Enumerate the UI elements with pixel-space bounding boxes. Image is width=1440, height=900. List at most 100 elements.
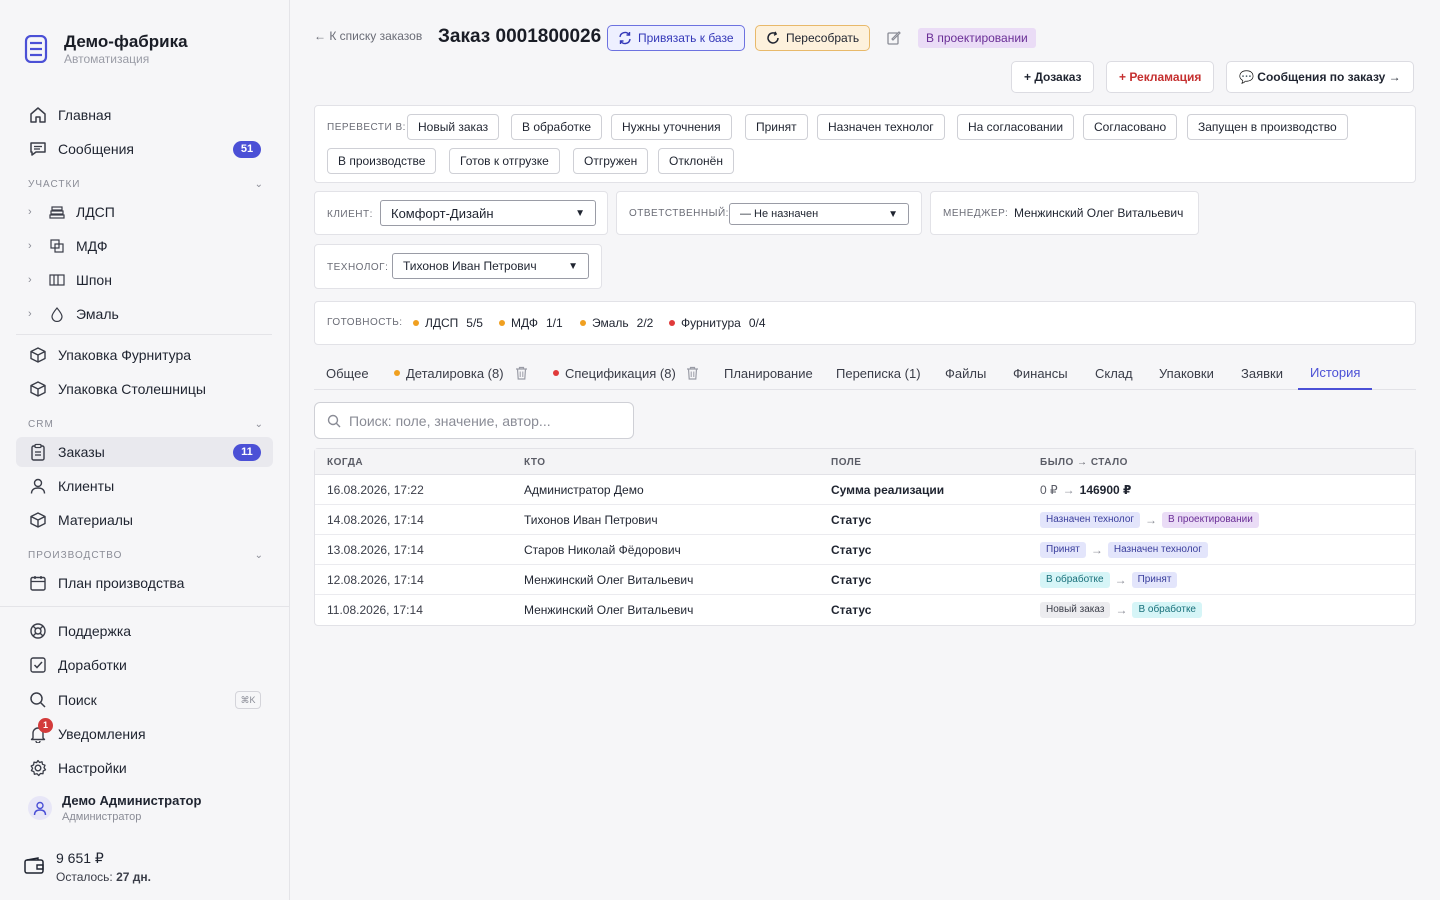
tab-files[interactable]: Файлы — [945, 356, 986, 390]
nav-area-enamel[interactable]: › Эмаль — [16, 299, 273, 329]
cell-change: Принят → Назначен технолог — [1040, 542, 1208, 558]
nav-messages-label: Сообщения — [58, 141, 134, 157]
chevron-right-icon: › — [28, 206, 32, 218]
status-option-button[interactable]: Запущен в производство — [1187, 114, 1348, 140]
status-option-button[interactable]: На согласовании — [957, 114, 1075, 140]
back-to-orders-link[interactable]: ← К списку заказов — [314, 29, 422, 43]
status-option-button[interactable]: Готов к отгрузке — [449, 148, 560, 174]
status-option-button[interactable]: В обработке — [511, 114, 603, 140]
status-option-button[interactable]: Принят — [745, 114, 808, 140]
orders-count-badge: 11 — [233, 444, 261, 461]
tab-specification[interactable]: Спецификация (8) — [553, 356, 676, 390]
clipboard-icon — [28, 442, 48, 462]
tab-packages[interactable]: Упаковки — [1159, 356, 1214, 390]
tab-finance[interactable]: Финансы — [1013, 356, 1068, 390]
technologist-select[interactable]: Тихонов Иван Петрович ▼ — [392, 253, 589, 279]
client-field: Клиент: Комфорт-Дизайн ▼ — [314, 191, 608, 235]
wallet[interactable]: 9 651 ₽ Осталось: 27 дн. — [24, 850, 151, 884]
status-option-button[interactable]: Нужны уточнения — [611, 114, 732, 140]
section-production[interactable]: Производство ⌄ — [28, 550, 264, 561]
nav-messages[interactable]: Сообщения 51 — [16, 134, 273, 164]
client-select[interactable]: Комфорт-Дизайн ▼ — [380, 200, 596, 226]
tab-detailing[interactable]: Деталировка (8) — [394, 356, 504, 390]
trash-icon[interactable] — [515, 366, 528, 380]
status-option-button[interactable]: В производстве — [327, 148, 437, 174]
nav-clients-label: Клиенты — [58, 478, 115, 494]
rebuild-label: Пересобрать — [786, 31, 860, 45]
rebuild-button[interactable]: Пересобрать — [755, 25, 871, 51]
cell-who: Менжинский Олег Витальевич — [524, 573, 694, 587]
nav-notifications[interactable]: Уведомления — [16, 719, 273, 749]
column-header-change: Было → Стало — [1040, 457, 1128, 468]
claim-button[interactable]: + Рекламация — [1106, 61, 1215, 93]
nav-materials[interactable]: Материалы — [16, 505, 273, 535]
tab-correspondence[interactable]: Переписка (1) — [836, 356, 921, 390]
status-option-button[interactable]: Согласовано — [1083, 114, 1178, 140]
brand[interactable]: Демо-фабрика Автоматизация — [24, 33, 188, 67]
table-row: 13.08.2026, 17:14 Старов Николай Фёдоров… — [315, 535, 1415, 565]
nav-pack-hardware[interactable]: Упаковка Фурнитура — [16, 340, 273, 370]
nav-area-veneer[interactable]: › Шпон — [16, 265, 273, 295]
tab-history[interactable]: История — [1298, 356, 1373, 390]
tab-requests[interactable]: Заявки — [1241, 356, 1283, 390]
status-transition-panel: Перевести в: Новый заказ В обработке Нуж… — [314, 105, 1416, 183]
status-option-button[interactable]: Новый заказ — [407, 114, 500, 140]
client-value: Комфорт-Дизайн — [391, 205, 494, 221]
bind-to-base-button[interactable]: Привязать к базе — [607, 25, 745, 51]
tab-general[interactable]: Общее — [326, 356, 369, 390]
nav-clients[interactable]: Клиенты — [16, 471, 273, 501]
section-areas[interactable]: Участки ⌄ — [28, 179, 264, 190]
status-option-button[interactable]: Отклонён — [658, 148, 734, 174]
tab-planning[interactable]: Планирование — [724, 356, 813, 390]
table-row: 16.08.2026, 17:22 Администратор Демо Сум… — [315, 475, 1415, 505]
status-tag-to: В обработке — [1132, 602, 1202, 618]
responsible-select[interactable]: — Не назначен ▼ — [729, 203, 909, 225]
chevron-right-icon: › — [28, 240, 32, 252]
message-icon — [28, 139, 48, 159]
nav-support-label: Поддержка — [58, 623, 132, 639]
readiness-item-value: 0/4 — [748, 316, 766, 330]
technologist-label: Технолог: — [327, 262, 389, 273]
section-crm[interactable]: CRM ⌄ — [28, 419, 264, 430]
nav-improvements[interactable]: Доработки — [16, 650, 273, 680]
arrow-right-icon: → — [1062, 483, 1075, 497]
wallet-icon — [24, 857, 44, 874]
readiness-item: ЛДСП 5/5 — [413, 302, 483, 344]
nav-support[interactable]: Поддержка — [16, 616, 273, 646]
user-role: Администратор — [62, 811, 142, 823]
arrow-right-icon: → — [1145, 513, 1158, 527]
user-profile[interactable]: Демо Администратор Администратор — [28, 793, 201, 823]
nav-area-mdf[interactable]: › МДФ — [16, 231, 273, 261]
nav-pack-tops[interactable]: Упаковка Столешницы — [16, 374, 273, 404]
manager-field: Менеджер: Менжинский Олег Витальевич — [930, 191, 1199, 235]
history-search-input[interactable] — [349, 412, 619, 429]
nav-search[interactable]: Поиск ⌘K — [16, 685, 273, 715]
status-option-button[interactable]: Назначен технолог — [817, 114, 945, 140]
table-row: 14.08.2026, 17:14 Тихонов Иван Петрович … — [315, 505, 1415, 535]
arrow-right-icon: → — [1090, 543, 1103, 557]
history-search[interactable] — [314, 402, 634, 439]
trash-icon[interactable] — [686, 366, 699, 380]
add-order-button[interactable]: + Дозаказ — [1011, 61, 1095, 93]
nav-area-label: МДФ — [76, 238, 108, 254]
main-content: ← К списку заказов Заказ 0001800026 Прив… — [290, 0, 1440, 900]
cell-who: Администратор Демо — [524, 483, 644, 497]
nav-orders[interactable]: Заказы 11 — [16, 437, 273, 467]
order-messages-button[interactable]: 💬 Сообщения по заказу → — [1226, 61, 1414, 93]
readiness-panel: Готовность: ЛДСП 5/5 МДФ 1/1 Эмаль 2/2 Ф… — [314, 301, 1416, 345]
nav-settings[interactable]: Настройки — [16, 753, 273, 783]
brand-name: Демо-фабрика — [64, 32, 188, 51]
tab-warehouse[interactable]: Склад — [1095, 356, 1133, 390]
nav-home[interactable]: Главная — [16, 100, 273, 130]
nav-production-plan[interactable]: План производства — [16, 568, 273, 598]
search-icon — [28, 690, 48, 710]
status-option-button[interactable]: Отгружен — [573, 148, 649, 174]
readiness-item: МДФ 1/1 — [499, 302, 563, 344]
tab-detailing-label: Деталировка (8) — [406, 365, 504, 381]
history-table: Когда Кто Поле Было → Стало 16.08.2026, … — [314, 448, 1416, 626]
column-header-field: Поле — [831, 457, 862, 468]
nav-area-ldsp[interactable]: › ЛДСП — [16, 197, 273, 227]
edit-icon[interactable] — [886, 30, 902, 46]
readiness-item-value: 2/2 — [636, 316, 654, 330]
box-icon — [28, 379, 48, 399]
